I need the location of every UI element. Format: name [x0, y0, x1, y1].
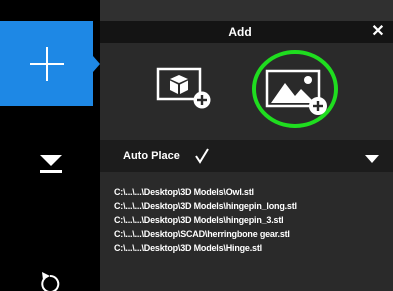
recent-files-list: C:\...\...\Desktop\3D Models\Owl.stl C:\… — [100, 180, 393, 272]
add-panel: Add ✕ Auto Place C:\...\...\Desktop\3D M… — [100, 0, 393, 291]
recent-files-toggle[interactable] — [365, 151, 379, 163]
active-pointer — [93, 56, 100, 72]
add-image-button[interactable] — [250, 49, 342, 131]
add-tool-button[interactable] — [0, 21, 100, 106]
recent-file-item[interactable]: C:\...\...\Desktop\3D Models\Hinge.stl — [114, 243, 262, 255]
close-icon: ✕ — [371, 23, 385, 40]
lay-flat-icon — [40, 155, 62, 173]
lay-flat-tool-button[interactable] — [22, 150, 80, 202]
panel-header: Add ✕ — [100, 21, 393, 43]
chevron-down-icon — [365, 155, 379, 163]
recent-file-item[interactable]: C:\...\...\Desktop\3D Models\Owl.stl — [114, 187, 254, 199]
recent-file-item[interactable]: C:\...\...\Desktop\3D Models\hingepin_3.… — [114, 215, 284, 227]
panel-title: Add — [228, 25, 252, 39]
close-button[interactable]: ✕ — [370, 24, 386, 40]
cube-add-icon — [156, 67, 211, 109]
auto-place-checkbox[interactable] — [194, 148, 210, 164]
app-frame: Add ✕ Auto Place C:\...\...\Desktop\3D M… — [0, 0, 393, 291]
recent-file-item[interactable]: C:\...\...\Desktop\SCAD\herringbone gear… — [114, 229, 290, 241]
left-toolbar — [0, 0, 100, 291]
add-mode-selector — [100, 43, 393, 130]
image-add-icon — [252, 50, 338, 128]
add-model-button[interactable] — [155, 66, 213, 110]
plus-icon — [30, 47, 64, 81]
undo-tool-button[interactable] — [28, 264, 72, 291]
undo-icon — [41, 272, 60, 291]
auto-place-label: Auto Place — [123, 150, 180, 162]
recent-file-item[interactable]: C:\...\...\Desktop\3D Models\hingepin_lo… — [114, 201, 297, 213]
panel-top-strip — [100, 0, 393, 21]
checkmark-icon — [195, 148, 209, 164]
auto-place-row: Auto Place — [100, 140, 393, 172]
